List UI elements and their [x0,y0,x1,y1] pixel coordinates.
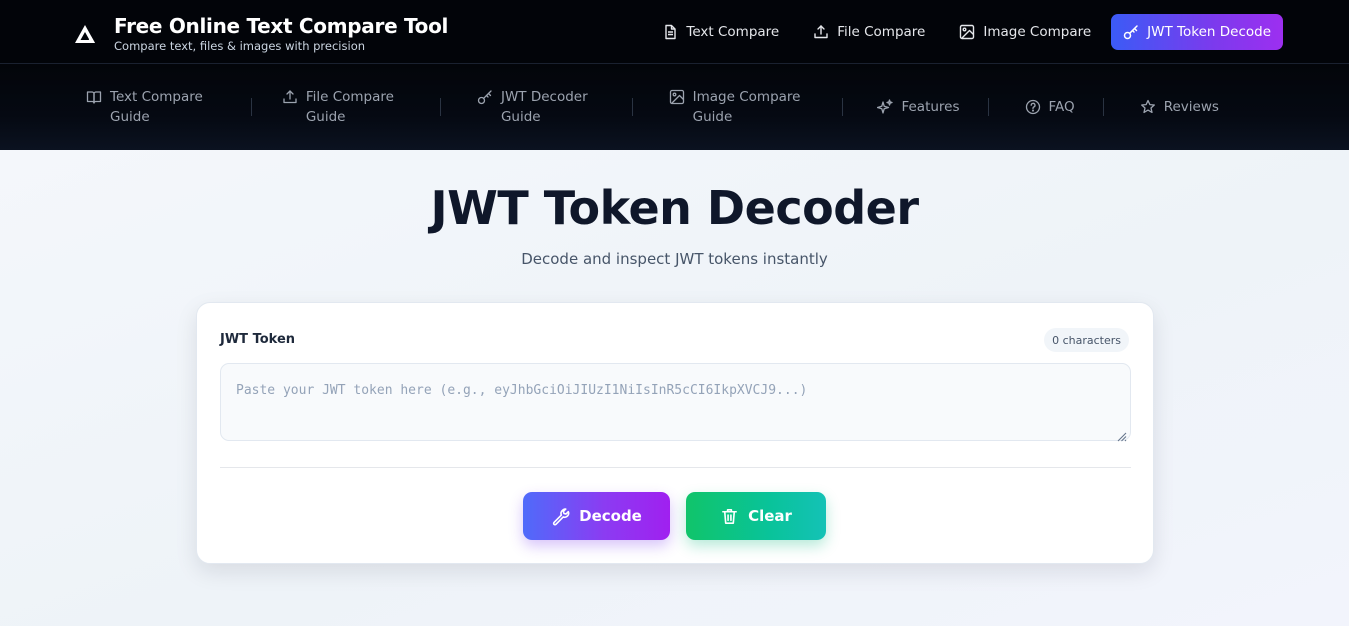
upload-icon [813,24,829,40]
sparkles-icon [877,99,894,115]
subnav-jwt-decoder-guide-line1: JWT Decoder [500,89,588,105]
brand-title: Free Online Text Compare Tool [114,14,449,38]
upload-icon [282,89,298,105]
subnav-file-compare-guide[interactable]: File Compare Guide [282,87,394,127]
resize-handle-icon[interactable] [1115,427,1127,442]
triangle-logo-icon [74,23,96,45]
guide-subnav: Text Compare Guide File Compare Guide JW… [0,64,1349,150]
clear-button[interactable]: Clear [686,492,826,540]
help-circle-icon [1025,99,1041,115]
subnav-file-compare-guide-line2: Guide [305,109,346,125]
character-count-badge: 0 characters [1044,328,1129,352]
card-divider [220,467,1131,468]
subnav-faq[interactable]: FAQ [1025,97,1075,117]
subnav-jwt-decoder-guide-line2: Guide [500,109,541,125]
top-navbar: Free Online Text Compare Tool Compare te… [0,0,1349,64]
decode-button-label: Decode [579,507,642,525]
nav-file-compare-label: File Compare [837,24,926,40]
wrench-icon [551,507,570,526]
image-icon [669,89,685,105]
subnav-image-compare-guide[interactable]: Image Compare Guide [669,87,801,127]
jwt-token-input[interactable] [220,363,1131,441]
nav-jwt-token-decode-label: JWT Token Decode [1147,24,1271,40]
subnav-separator [631,98,633,116]
subnav-faq-label: FAQ [1048,99,1075,115]
decode-button[interactable]: Decode [523,492,670,540]
brand-subtitle: Compare text, files & images with precis… [114,39,366,53]
nav-image-compare-label: Image Compare [983,24,1092,40]
book-icon [86,89,102,105]
subnav-separator [439,98,441,116]
trash-icon [720,507,739,526]
nav-file-compare[interactable]: File Compare [799,14,939,50]
subnav-jwt-decoder-guide[interactable]: JWT Decoder Guide [477,87,588,127]
brand[interactable]: Free Online Text Compare Tool Compare te… [74,14,448,53]
subnav-text-compare-guide-line2: Guide [110,109,150,125]
subnav-separator [250,98,252,116]
page-subtitle: Decode and inspect JWT tokens instantly [521,250,828,268]
star-icon [1140,99,1156,115]
page-title: JWT Token Decoder [430,181,920,235]
document-icon [662,24,678,40]
subnav-separator [842,98,844,116]
nav-text-compare[interactable]: Text Compare [648,14,793,50]
key-icon [477,89,493,105]
jwt-token-label: JWT Token [220,332,296,347]
subnav-features-label: Features [901,99,960,115]
subnav-image-compare-guide-line2: Guide [692,109,733,125]
subnav-text-compare-guide-line1: Text Compare [110,89,203,105]
subnav-image-compare-guide-line1: Image Compare [692,89,801,105]
subnav-separator [1102,98,1104,116]
subnav-features[interactable]: Features [877,97,960,117]
subnav-reviews-label: Reviews [1163,99,1219,115]
jwt-input-card: JWT Token 0 characters Decode Clear [196,302,1154,564]
subnav-text-compare-guide[interactable]: Text Compare Guide [86,87,203,127]
nav-text-compare-label: Text Compare [686,24,780,40]
top-nav: Text Compare File Compare Image Compare … [642,14,1283,50]
subnav-file-compare-guide-line1: File Compare [305,89,394,105]
key-icon [1123,24,1139,40]
main-content: JWT Token Decoder Decode and inspect JWT… [0,150,1349,626]
subnav-separator [987,98,989,116]
nav-jwt-token-decode[interactable]: JWT Token Decode [1111,14,1283,50]
subnav-reviews[interactable]: Reviews [1140,97,1219,117]
image-icon [959,24,975,40]
nav-image-compare[interactable]: Image Compare [945,14,1105,50]
clear-button-label: Clear [748,507,792,525]
